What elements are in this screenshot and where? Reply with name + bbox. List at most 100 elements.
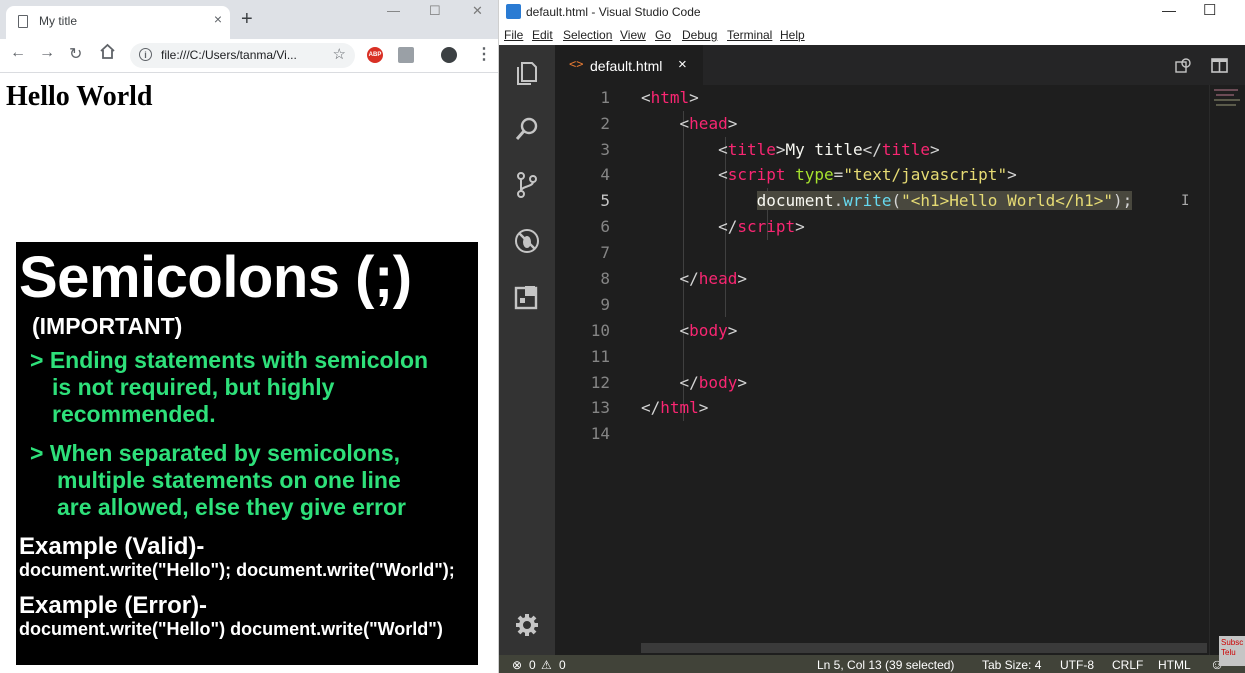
error-count[interactable]: 0 [529, 658, 536, 672]
warning-icon[interactable]: ⚠ [541, 658, 552, 672]
reload-icon[interactable]: ↻ [69, 44, 82, 64]
language-mode[interactable]: HTML [1158, 658, 1191, 672]
profile-avatar[interactable] [441, 47, 457, 63]
extension-icon[interactable] [398, 47, 414, 63]
slide-point-2-line-2: multiple statements on one line [57, 467, 401, 493]
subscribe-watermark: Subsc Telu [1219, 636, 1245, 666]
chrome-window: My title × + — ☐ ✕ ← → ↻ i file:///C:/Us… [0, 0, 499, 673]
source-control-icon[interactable] [513, 171, 541, 199]
menu-dots-icon[interactable]: ⋮ [476, 44, 492, 64]
code-line-10: <body> [679, 321, 738, 340]
maximize-button[interactable]: ☐ [429, 3, 441, 19]
status-bar: ⊗ 0 ⚠ 0 Ln 5, Col 13 (39 selected) Tab S… [499, 655, 1245, 673]
vscode-titlebar: default.html - Visual Studio Code — ☐ [499, 0, 1245, 25]
editor-tabs: <> default.html × [555, 45, 1245, 85]
example-error-title: Example (Error)- [19, 592, 208, 619]
tab-size[interactable]: Tab Size: 4 [982, 658, 1041, 672]
window-title: default.html - Visual Studio Code [526, 5, 701, 19]
html-file-icon: <> [569, 57, 584, 71]
minimap[interactable] [1209, 85, 1245, 655]
tab-default-html[interactable]: <> default.html × [555, 45, 703, 85]
slide-title: Semicolons (;) [19, 245, 412, 310]
code-line-6: </script> [718, 217, 805, 236]
line-number: 10 [590, 321, 610, 340]
browser-tab[interactable]: My title × [6, 6, 230, 39]
tab-strip: My title × + — ☐ ✕ [0, 0, 498, 39]
line-number: 12 [590, 373, 610, 392]
bookmark-star-icon[interactable]: ☆ [333, 45, 346, 63]
tab-close-button[interactable]: × [214, 11, 222, 27]
explorer-icon[interactable] [513, 59, 541, 87]
maximize-button[interactable]: ☐ [1203, 1, 1216, 19]
text-cursor-icon: I [1181, 193, 1190, 209]
line-number: 9 [600, 295, 610, 314]
encoding[interactable]: UTF-8 [1060, 658, 1094, 672]
line-number: 4 [600, 165, 610, 184]
line-number: 1 [600, 88, 610, 107]
info-icon[interactable]: i [139, 48, 152, 61]
menu-terminal[interactable]: Terminal [727, 28, 772, 42]
tab-label: default.html [590, 58, 663, 74]
search-icon[interactable] [513, 115, 541, 143]
menu-bar: File Edit Selection View Go Debug Termin… [499, 25, 1245, 45]
code-line-1: <html> [641, 88, 699, 107]
code-line-3: <title>My title</title> [718, 140, 940, 159]
new-tab-button[interactable]: + [241, 8, 253, 31]
settings-gear-icon[interactable] [513, 611, 541, 639]
page-heading: Hello World [6, 81, 153, 112]
code-line-4: <script type="text/javascript"> [718, 165, 1017, 184]
menu-help[interactable]: Help [780, 28, 805, 42]
errors-icon[interactable]: ⊗ [512, 658, 522, 672]
slide-subtitle: (IMPORTANT) [32, 313, 183, 339]
code-editor[interactable]: 1 2 3 4 5 6 7 8 9 10 11 12 13 14 <html> … [555, 85, 1245, 655]
menu-debug[interactable]: Debug [682, 28, 717, 42]
code-line-13: </html> [641, 398, 709, 417]
extensions-icon[interactable] [513, 283, 541, 311]
line-ending[interactable]: CRLF [1112, 658, 1143, 672]
browser-toolbar: ← → ↻ i file:///C:/Users/tanma/Vi... ☆ A… [0, 39, 498, 73]
warning-count[interactable]: 0 [559, 658, 566, 672]
example-error-code: document.write("Hello") document.write("… [19, 619, 443, 639]
code-line-5: document.write("<h1>Hello World</h1>"); [756, 191, 1133, 210]
line-number: 5 [600, 191, 610, 210]
overlay-slide: Semicolons (;) (IMPORTANT) > Ending stat… [16, 242, 478, 665]
slide-point-2-line-3: are allowed, else they give error [57, 494, 406, 520]
line-number: 2 [600, 114, 610, 133]
vscode-logo-icon [506, 4, 521, 19]
slide-point-1-line-1: > Ending statements with semicolon [30, 347, 429, 373]
home-icon[interactable] [99, 43, 116, 65]
address-bar[interactable]: i file:///C:/Users/tanma/Vi... ☆ [130, 43, 355, 68]
menu-selection[interactable]: Selection [563, 28, 612, 42]
minimize-button[interactable]: — [1162, 2, 1176, 18]
line-number: 14 [590, 424, 610, 443]
code-line-2: <head> [679, 114, 738, 133]
horizontal-scrollbar[interactable] [641, 643, 1207, 653]
cursor-position[interactable]: Ln 5, Col 13 (39 selected) [817, 658, 954, 672]
line-number: 3 [600, 140, 610, 159]
back-icon[interactable]: ← [10, 44, 26, 62]
slide-point-1-line-2: is not required, but highly [52, 374, 335, 400]
menu-go[interactable]: Go [655, 28, 671, 42]
activity-bar [499, 45, 555, 655]
debug-icon[interactable] [513, 227, 541, 255]
minimize-button[interactable]: — [387, 3, 400, 18]
menu-file[interactable]: File [504, 28, 523, 42]
open-changes-icon[interactable] [1175, 57, 1192, 74]
line-number: 11 [590, 347, 610, 366]
line-number: 8 [600, 269, 610, 288]
menu-edit[interactable]: Edit [532, 28, 553, 42]
slide-point-2-line-1: > When separated by semicolons, [30, 440, 401, 466]
vscode-window: default.html - Visual Studio Code — ☐ Fi… [499, 0, 1245, 673]
forward-icon[interactable]: → [39, 44, 55, 62]
close-window-button[interactable]: ✕ [472, 3, 483, 19]
url-text: file:///C:/Users/tanma/Vi... [161, 48, 297, 62]
split-editor-icon[interactable] [1211, 57, 1228, 74]
adblock-icon[interactable]: ABP [367, 47, 383, 63]
example-valid-code: document.write("Hello"); document.write(… [19, 560, 455, 580]
tab-title: My title [39, 14, 78, 28]
tab-close-button[interactable]: × [678, 56, 687, 73]
line-number: 6 [600, 217, 610, 236]
line-number: 7 [600, 243, 610, 262]
menu-view[interactable]: View [620, 28, 646, 42]
document-icon [18, 15, 28, 28]
